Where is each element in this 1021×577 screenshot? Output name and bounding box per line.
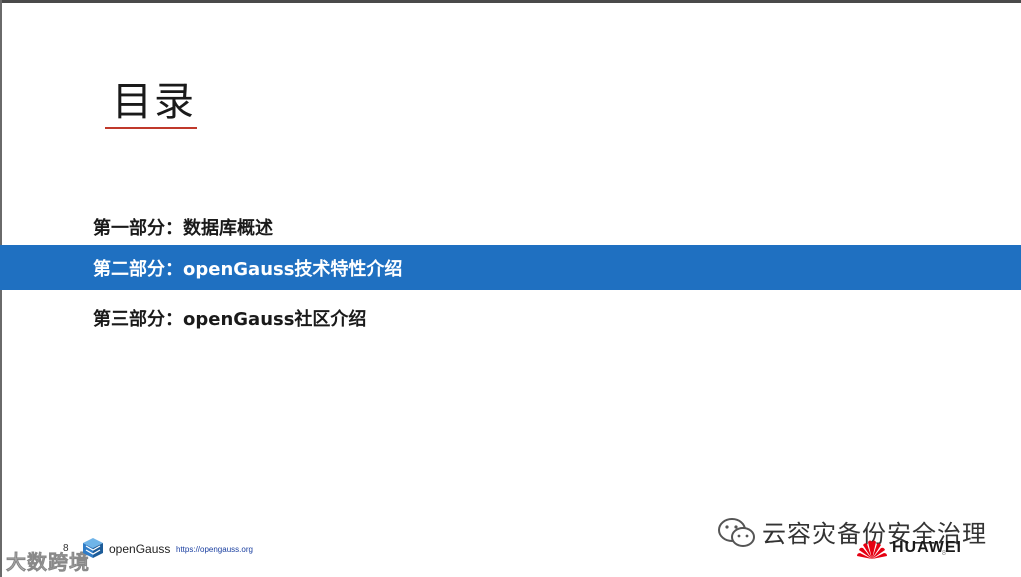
toc-item-part-2[interactable]: 第二部分：openGauss技术特性介绍 [0,245,1021,290]
title-underline [105,127,197,129]
footer-url-link[interactable]: https://opengauss.org [176,545,253,554]
huawei-brand-text: HUAWEI [892,539,962,556]
toc-item-label: 第一部分：数据库概述 [93,218,273,239]
page-number: 8 [63,543,69,554]
toc-item-label: 第三部分：openGauss社区介绍 [93,309,367,330]
toc-item-label: 第二部分：openGauss技术特性介绍 [93,258,403,280]
page-title: 目录 [112,79,196,125]
watermark-left: 大数跨境 [6,550,90,575]
toc-item-part-3[interactable]: 第三部分：openGauss社区介绍 [0,297,1021,339]
huawei-logo-icon [857,540,887,559]
toc-item-part-1[interactable]: 第一部分：数据库概述 [0,206,1021,248]
opengauss-logo-icon [83,538,103,558]
wechat-icon [718,518,755,547]
corner-page-number: 8 [942,550,946,557]
slide-top-border [0,0,1021,3]
opengauss-logo-text: openGauss [109,542,171,556]
